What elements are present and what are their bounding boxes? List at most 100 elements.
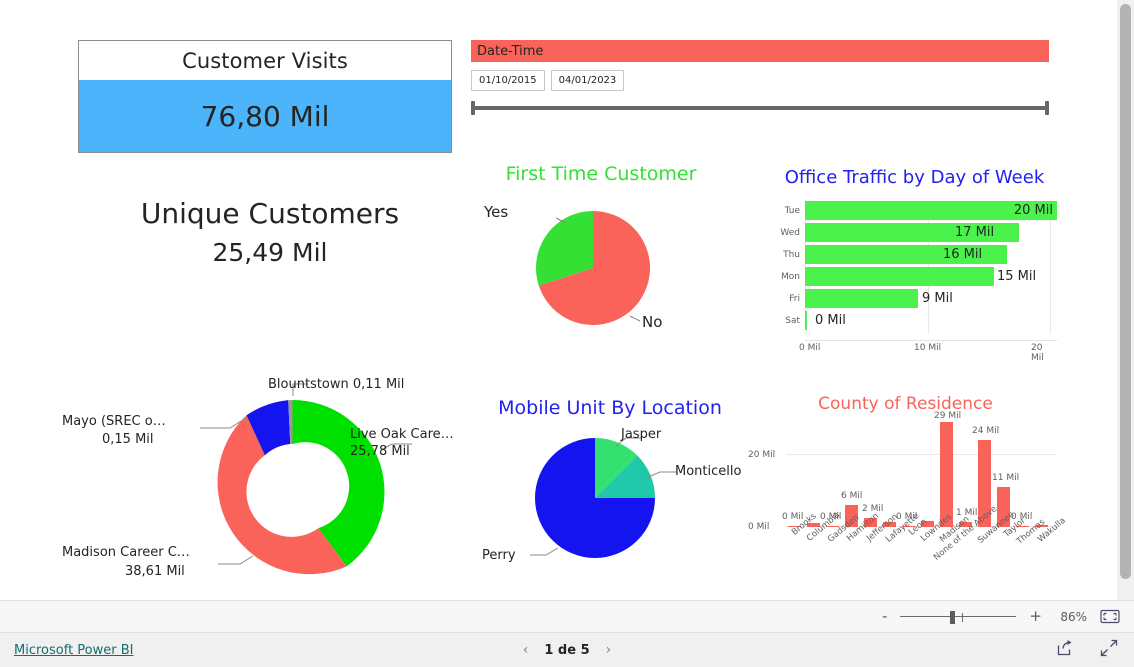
first-time-customer-pie[interactable] <box>470 186 732 336</box>
county-of-residence-visual[interactable]: County of Residence 0 Mil 20 Mil 0 Mil 0… <box>748 392 1068 582</box>
pie-label-no: No <box>642 313 663 331</box>
x-tick-10: 10 Mil <box>914 343 942 353</box>
office-traffic-x-axis: 0 Mil 10 Mil 20 Mil <box>799 340 1057 363</box>
slider-track-line <box>473 106 1047 110</box>
bar-fill-mon[interactable] <box>805 267 994 286</box>
office-traffic-title: Office Traffic by Day of Week <box>784 167 1045 188</box>
date-time-slicer-title: Date-Time <box>477 43 544 59</box>
zoom-slider-track <box>900 615 1017 617</box>
customer-visits-value: 76,80 Mil <box>200 99 330 133</box>
bar-area-thu: 16 Mil <box>805 245 1057 264</box>
report-footer: Microsoft Power BI ‹ 1 de 5 › <box>0 633 1134 667</box>
county-of-residence-plot: 0 Mil 20 Mil 0 Mil 0 Mil 6 Mil 2 Mil 0 M… <box>748 411 1068 563</box>
bar-area-fri: 9 Mil <box>805 289 1057 308</box>
zoom-slider-tick <box>962 612 964 622</box>
footer-actions <box>1056 639 1118 661</box>
bar-category-fri: Fri <box>789 293 800 304</box>
bar-area-mon: 15 Mil <box>805 267 1057 286</box>
column-value-suwannee: 24 Mil <box>972 426 1000 436</box>
y-tick-20: 20 Mil <box>748 450 776 460</box>
unique-customers-card[interactable]: Unique Customers 25,49 Mil <box>60 196 480 270</box>
zoom-slider[interactable] <box>900 610 1017 624</box>
pie-label-jasper: Jasper <box>621 427 662 442</box>
zoom-out-button[interactable]: - <box>882 609 887 624</box>
bar-value-tue: 20 Mil <box>1013 203 1053 218</box>
table-row[interactable]: Tue 20 Mil <box>772 200 1057 221</box>
bar-fill-fri[interactable] <box>805 289 919 308</box>
page-indicator: 1 de 5 <box>544 642 590 658</box>
bar-value-wed: 17 Mil <box>955 225 995 240</box>
bar-category-tue: Tue <box>784 205 800 216</box>
pie-label-monticello: Monticello <box>675 464 742 479</box>
bar-category-thu: Thu <box>783 249 800 260</box>
end-date-input[interactable]: 04/01/2023 <box>550 70 625 91</box>
customer-visits-value-panel: 76,80 Mil <box>79 80 451 152</box>
table-row[interactable]: Wed 17 Mil <box>772 222 1057 243</box>
page-navigation: ‹ 1 de 5 › <box>0 642 1134 658</box>
donut-label-madison: Madison Career C… <box>62 545 190 560</box>
share-icon[interactable] <box>1056 639 1074 661</box>
unique-customers-title: Unique Customers <box>140 197 400 230</box>
pie-label-yes: Yes <box>484 203 509 221</box>
bar-fill-sat[interactable] <box>805 311 807 330</box>
next-page-button[interactable]: › <box>606 642 612 658</box>
donut-value-madison: 38,61 Mil <box>125 564 185 579</box>
slider-handle-end[interactable] <box>1045 101 1049 115</box>
report-canvas: Customer Visits 76,80 Mil Unique Custome… <box>0 0 1107 600</box>
column-value-hamilton: 6 Mil <box>841 491 863 501</box>
table-row[interactable]: Sat 0 Mil <box>772 310 1057 331</box>
zoom-percent-label: 86% <box>1060 609 1087 624</box>
donut-value-mayo: 0,15 Mil <box>102 432 154 447</box>
gridline-20 <box>786 454 1057 455</box>
zoom-slider-knob[interactable] <box>950 610 956 624</box>
first-time-customer-title: First Time Customer <box>505 163 697 185</box>
column-value-madison: 29 Mil <box>934 411 962 421</box>
date-range-slider[interactable] <box>471 101 1049 115</box>
power-bi-report-viewer: Customer Visits 76,80 Mil Unique Custome… <box>0 0 1134 667</box>
donut-label-live-oak: Live Oak Care… <box>350 427 454 442</box>
x-tick-20: 20 Mil <box>1031 343 1044 363</box>
customer-visits-card[interactable]: Customer Visits 76,80 Mil <box>78 40 452 153</box>
first-time-customer-plot: Yes No <box>470 186 732 336</box>
bar-area-tue: 20 Mil <box>805 201 1057 220</box>
table-row[interactable]: Fri 9 Mil <box>772 288 1057 309</box>
donut-label-blountstown: Blountstown 0,11 Mil <box>268 377 405 392</box>
zoom-in-button[interactable]: + <box>1029 609 1042 624</box>
vertical-scrollbar[interactable] <box>1117 0 1134 600</box>
bar-value-fri: 9 Mil <box>922 291 953 306</box>
y-tick-0: 0 Mil <box>748 522 770 532</box>
date-range-inputs: 01/10/2015 04/01/2023 <box>471 70 1049 91</box>
office-traffic-plot: Tue 20 Mil Wed 17 Mil Thu 16 Mil Mon 15 … <box>772 200 1057 340</box>
bar-area-wed: 17 Mil <box>805 223 1057 242</box>
donut-value-live-oak: 25,78 Mil <box>350 444 410 459</box>
x-tick-0: 0 Mil <box>799 343 821 353</box>
office-traffic-visual[interactable]: Office Traffic by Day of Week Tue 20 Mil… <box>772 166 1057 366</box>
fullscreen-icon[interactable] <box>1100 639 1118 661</box>
bar-value-sat: 0 Mil <box>815 313 846 328</box>
start-date-input[interactable]: 01/10/2015 <box>471 70 545 91</box>
customers-by-center-visual[interactable]: Blountstown 0,11 Mil Live Oak Care… 25,7… <box>40 372 480 592</box>
pie-label-perry: Perry <box>482 548 516 563</box>
zoom-statusbar: - + 86% <box>0 600 1134 633</box>
previous-page-button[interactable]: ‹ <box>523 642 529 658</box>
donut-label-mayo: Mayo (SREC o… <box>62 414 166 429</box>
mobile-unit-by-location-visual[interactable]: Mobile Unit By Location Jasper Monticell… <box>470 396 750 586</box>
mobile-unit-title: Mobile Unit By Location <box>498 397 722 419</box>
date-time-slicer[interactable]: Date-Time 01/10/2015 04/01/2023 <box>471 40 1049 115</box>
county-of-residence-title: County of Residence <box>818 394 993 414</box>
table-row[interactable]: Thu 16 Mil <box>772 244 1057 265</box>
bar-value-thu: 16 Mil <box>943 247 983 262</box>
bar-category-wed: Wed <box>780 227 800 238</box>
bar-category-sat: Sat <box>785 315 800 326</box>
fit-to-page-icon[interactable] <box>1100 609 1120 624</box>
slider-handle-start[interactable] <box>471 101 475 115</box>
column-value-taylor: 11 Mil <box>992 473 1020 483</box>
table-row[interactable]: Mon 15 Mil <box>772 266 1057 287</box>
first-time-customer-visual[interactable]: First Time Customer Yes No <box>470 162 732 357</box>
date-time-slicer-header: Date-Time <box>471 40 1049 62</box>
vertical-scrollbar-thumb[interactable] <box>1120 4 1131 579</box>
bar-category-mon: Mon <box>781 271 800 282</box>
mobile-unit-plot: Jasper Monticello Perry <box>470 420 750 570</box>
unique-customers-value: 25,49 Mil <box>212 238 328 267</box>
customer-visits-title: Customer Visits <box>182 48 348 73</box>
